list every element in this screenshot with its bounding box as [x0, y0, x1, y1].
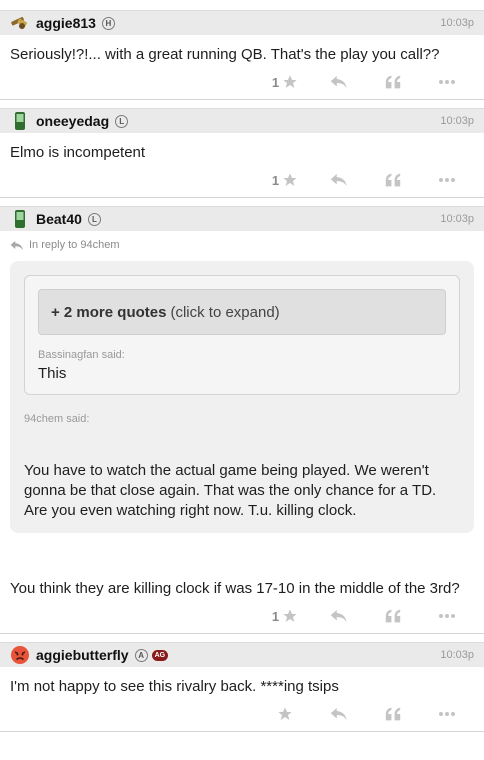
post-actions: 1	[0, 163, 484, 197]
post-header: oneeyedag L 10:03p	[0, 108, 484, 133]
reply-arrow-icon	[330, 76, 347, 88]
post: oneeyedag L 10:03p Elmo is incompetent 1	[0, 108, 484, 198]
reply-arrow-icon	[330, 174, 347, 186]
more-button[interactable]	[420, 613, 474, 619]
like-count: 1	[271, 608, 280, 624]
quote-text: This	[38, 365, 67, 382]
quote-icon	[385, 609, 401, 623]
post-body: Elmo is incompetent	[10, 144, 146, 161]
more-button[interactable]	[420, 711, 474, 717]
phone-icon[interactable]	[10, 111, 30, 131]
reply-to-text: In reply to 94chem	[29, 239, 120, 251]
reply-button[interactable]	[312, 173, 366, 187]
more-icon	[439, 614, 455, 618]
post: aggiebutterfly A AG 10:03p I'm not happy…	[0, 642, 484, 732]
quote-author: 94chem said:	[24, 413, 90, 425]
quote-icon	[385, 707, 401, 721]
reply-arrow-icon	[10, 240, 23, 250]
post-header: aggie813 H 10:03p	[0, 10, 484, 35]
more-button[interactable]	[420, 79, 474, 85]
post-actions: 1	[0, 599, 484, 633]
username[interactable]: oneeyedag	[36, 113, 109, 129]
post-actions: 1	[0, 65, 484, 99]
like-button[interactable]: 1	[258, 608, 312, 624]
post-time: 10:03p	[440, 115, 474, 127]
post: Beat40 L 10:03p In reply to 94chem + 2 m…	[0, 206, 484, 634]
phone-icon[interactable]	[10, 209, 30, 229]
star-icon	[283, 609, 297, 622]
star-icon	[283, 75, 297, 88]
like-button[interactable]: 1	[258, 172, 312, 188]
post-body: You think they are killing clock if was …	[10, 580, 460, 597]
post-time: 10:03p	[440, 17, 474, 29]
angry-face-icon[interactable]	[10, 645, 30, 665]
post-header: aggiebutterfly A AG 10:03p	[0, 642, 484, 667]
post-time: 10:03p	[440, 649, 474, 661]
post-body: I'm not happy to see this rivalry back. …	[10, 678, 339, 695]
reply-to-link[interactable]: In reply to 94chem	[0, 231, 484, 251]
reply-button[interactable]	[312, 75, 366, 89]
reply-button[interactable]	[312, 609, 366, 623]
like-button[interactable]	[258, 706, 312, 722]
shotgun-icon[interactable]	[10, 13, 30, 33]
quote-author: Bassinagfan said:	[38, 349, 125, 361]
like-count: 1	[271, 74, 280, 90]
expand-count: + 2 more quotes	[51, 303, 167, 321]
reply-arrow-icon	[330, 610, 347, 622]
post-time: 10:03p	[440, 213, 474, 225]
post-body: Seriously!?!... with a great running QB.…	[10, 46, 440, 63]
quote-button[interactable]	[366, 173, 420, 187]
user-badge: A	[134, 648, 148, 662]
username[interactable]: aggiebutterfly	[36, 647, 129, 663]
user-badge: H	[101, 16, 115, 30]
more-icon	[439, 80, 455, 84]
star-icon	[283, 173, 297, 186]
reply-arrow-icon	[330, 708, 347, 720]
expand-quotes-button[interactable]: + 2 more quotes (click to expand)	[38, 289, 446, 335]
quote-button[interactable]	[366, 75, 420, 89]
more-icon	[439, 178, 455, 182]
quote-text: You have to watch the actual game being …	[24, 462, 437, 519]
quote-button[interactable]	[366, 609, 420, 623]
expand-hint: (click to expand)	[170, 303, 280, 321]
nested-quote: + 2 more quotes (click to expand) Bassin…	[24, 275, 460, 395]
user-badge: L	[87, 212, 101, 226]
post-header: Beat40 L 10:03p	[0, 206, 484, 231]
ag-badge: AG	[151, 649, 169, 661]
more-icon	[439, 712, 455, 716]
more-button[interactable]	[420, 177, 474, 183]
quote-icon	[385, 75, 401, 89]
quote-icon	[385, 173, 401, 187]
post-actions	[0, 697, 484, 731]
star-icon	[278, 707, 292, 720]
post: aggie813 H 10:03p Seriously!?!... with a…	[0, 10, 484, 100]
username[interactable]: aggie813	[36, 15, 96, 31]
quote-button[interactable]	[366, 707, 420, 721]
user-badge: L	[115, 114, 129, 128]
like-count: 1	[271, 172, 280, 188]
reply-button[interactable]	[312, 707, 366, 721]
username[interactable]: Beat40	[36, 211, 82, 227]
quote-block: + 2 more quotes (click to expand) Bassin…	[10, 261, 474, 533]
like-button[interactable]: 1	[258, 74, 312, 90]
